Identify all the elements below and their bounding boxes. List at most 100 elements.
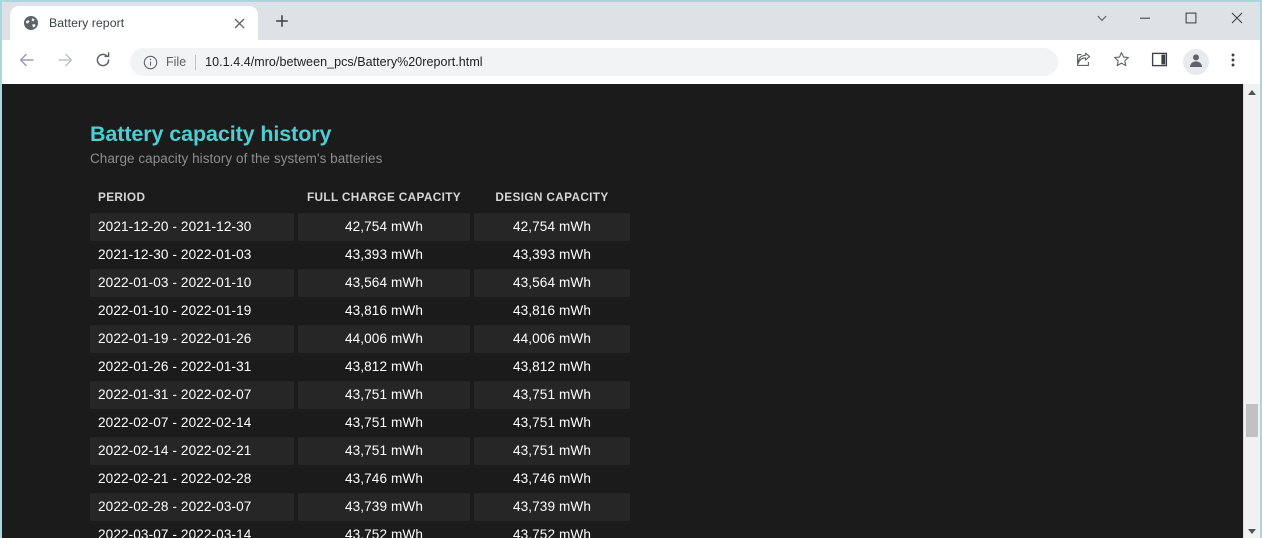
profile-button[interactable] [1183,49,1209,75]
cell-period: 2022-02-28 - 2022-03-07 [90,493,294,521]
back-button[interactable] [12,47,42,77]
scroll-down-arrow-icon[interactable] [1244,523,1260,538]
close-button[interactable] [1214,2,1260,38]
cell-full-charge-capacity: 43,746 mWh [298,465,470,493]
arrow-right-icon [56,51,74,74]
new-tab-button[interactable] [268,9,296,37]
table-row: 2022-01-03 - 2022-01-1043,564 mWh43,564 … [90,269,630,297]
page-viewport: Battery capacity history Charge capacity… [2,84,1260,538]
browser-menu-button[interactable] [1218,47,1248,77]
reload-button[interactable] [88,47,118,77]
tab-title: Battery report [49,16,224,30]
cell-full-charge-capacity: 43,816 mWh [298,297,470,325]
cell-period: 2022-01-03 - 2022-01-10 [90,269,294,297]
arrow-left-icon [18,51,36,74]
scrollbar-thumb[interactable] [1246,404,1258,437]
close-icon [1231,11,1243,29]
minimize-icon [1139,11,1151,29]
cell-period: 2022-02-07 - 2022-02-14 [90,409,294,437]
share-icon [1075,51,1092,73]
reload-icon [94,51,112,74]
cell-period: 2022-01-10 - 2022-01-19 [90,297,294,325]
profile-avatar-icon [1187,51,1205,74]
cell-design-capacity: 44,006 mWh [474,325,630,353]
url-text: 10.1.4.4/mro/between_pcs/Battery%20repor… [205,55,482,69]
bookmark-button[interactable] [1106,47,1136,77]
tab-search-button[interactable] [1082,2,1122,38]
page-scrollbar[interactable] [1243,84,1260,538]
omnibox-divider [195,55,196,70]
cell-design-capacity: 42,754 mWh [474,213,630,241]
minimize-button[interactable] [1122,2,1168,38]
column-header-period: PERIOD [90,190,294,213]
cell-design-capacity: 43,812 mWh [474,353,630,381]
cell-full-charge-capacity: 43,393 mWh [298,241,470,269]
cell-design-capacity: 43,564 mWh [474,269,630,297]
url-scheme-label: File [166,55,186,69]
cell-design-capacity: 43,746 mWh [474,465,630,493]
cell-period: 2022-02-14 - 2022-02-21 [90,437,294,465]
table-header: PERIOD FULL CHARGE CAPACITY DESIGN CAPAC… [90,190,630,213]
window-controls [1082,2,1260,38]
cell-full-charge-capacity: 43,752 mWh [298,521,470,538]
table-row: 2022-01-19 - 2022-01-2644,006 mWh44,006 … [90,325,630,353]
maximize-button[interactable] [1168,2,1214,38]
browser-toolbar: File 10.1.4.4/mro/between_pcs/Battery%20… [2,40,1260,84]
star-icon [1113,51,1130,73]
table-row: 2022-01-26 - 2022-01-3143,812 mWh43,812 … [90,353,630,381]
table-row: 2021-12-20 - 2021-12-3042,754 mWh42,754 … [90,213,630,241]
page-title: Battery capacity history [90,122,1243,147]
cell-full-charge-capacity: 42,754 mWh [298,213,470,241]
table-row: 2022-01-10 - 2022-01-1943,816 mWh43,816 … [90,297,630,325]
cell-period: 2022-03-07 - 2022-03-14 [90,521,294,538]
battery-report-page: Battery capacity history Charge capacity… [2,84,1243,538]
cell-design-capacity: 43,739 mWh [474,493,630,521]
three-dot-menu-icon [1225,52,1241,73]
triangle-down-icon [1248,529,1256,534]
close-icon[interactable] [228,12,250,34]
table-row: 2022-02-21 - 2022-02-2843,746 mWh43,746 … [90,465,630,493]
cell-full-charge-capacity: 44,006 mWh [298,325,470,353]
battery-capacity-history-table: PERIOD FULL CHARGE CAPACITY DESIGN CAPAC… [86,190,634,538]
info-circle-icon[interactable] [142,54,158,70]
page-subtitle: Charge capacity history of the system's … [90,151,1243,166]
side-panel-button[interactable] [1144,47,1174,77]
triangle-up-icon [1248,90,1256,95]
table-row: 2021-12-30 - 2022-01-0343,393 mWh43,393 … [90,241,630,269]
globe-icon [22,15,39,32]
cell-design-capacity: 43,752 mWh [474,521,630,538]
column-header-design-capacity: DESIGN CAPACITY [474,190,630,213]
table-row: 2022-01-31 - 2022-02-0743,751 mWh43,751 … [90,381,630,409]
table-row: 2022-02-14 - 2022-02-2143,751 mWh43,751 … [90,437,630,465]
cell-full-charge-capacity: 43,812 mWh [298,353,470,381]
cell-design-capacity: 43,751 mWh [474,381,630,409]
cell-period: 2022-01-19 - 2022-01-26 [90,325,294,353]
cell-full-charge-capacity: 43,751 mWh [298,437,470,465]
cell-design-capacity: 43,393 mWh [474,241,630,269]
cell-period: 2022-02-21 - 2022-02-28 [90,465,294,493]
tab-strip: Battery report [2,2,1260,40]
cell-full-charge-capacity: 43,751 mWh [298,381,470,409]
cell-full-charge-capacity: 43,564 mWh [298,269,470,297]
cell-period: 2021-12-30 - 2022-01-03 [90,241,294,269]
cell-full-charge-capacity: 43,739 mWh [298,493,470,521]
table-row: 2022-02-07 - 2022-02-1443,751 mWh43,751 … [90,409,630,437]
forward-button[interactable] [50,47,80,77]
table-row: 2022-02-28 - 2022-03-0743,739 mWh43,739 … [90,493,630,521]
table-header-row: PERIOD FULL CHARGE CAPACITY DESIGN CAPAC… [90,190,630,213]
cell-design-capacity: 43,816 mWh [474,297,630,325]
cell-design-capacity: 43,751 mWh [474,409,630,437]
table-body: 2021-12-20 - 2021-12-3042,754 mWh42,754 … [90,213,630,538]
side-panel-icon [1151,51,1168,73]
cell-full-charge-capacity: 43,751 mWh [298,409,470,437]
browser-tab[interactable]: Battery report [10,6,258,40]
cell-period: 2022-01-31 - 2022-02-07 [90,381,294,409]
share-button[interactable] [1068,47,1098,77]
column-header-full-charge-capacity: FULL CHARGE CAPACITY [298,190,470,213]
chevron-down-icon [1096,11,1108,29]
plus-icon [275,14,289,33]
cell-period: 2021-12-20 - 2021-12-30 [90,213,294,241]
scroll-up-arrow-icon[interactable] [1244,84,1260,101]
cell-period: 2022-01-26 - 2022-01-31 [90,353,294,381]
address-bar[interactable]: File 10.1.4.4/mro/between_pcs/Battery%20… [130,48,1058,76]
